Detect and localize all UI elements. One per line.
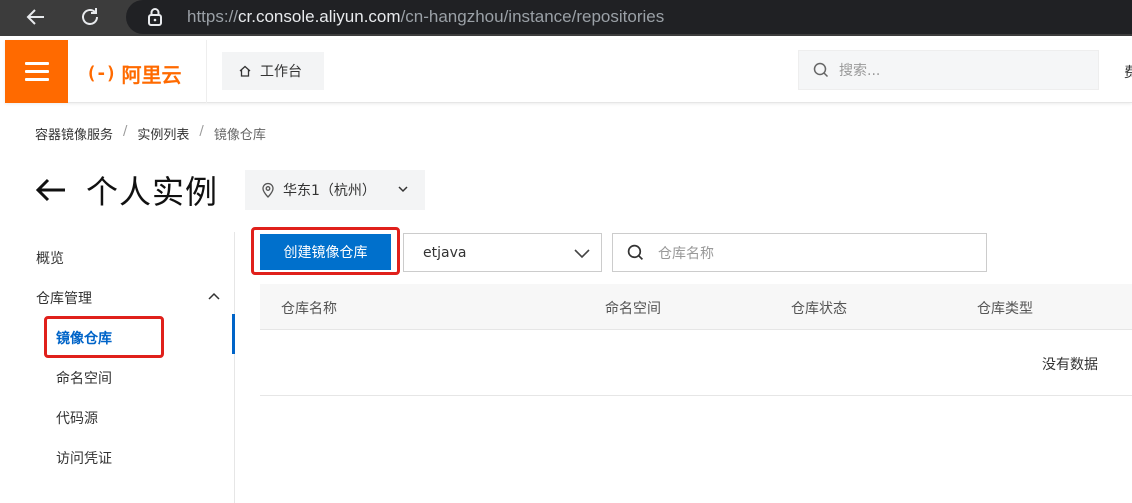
empty-state-text: 没有数据 — [1042, 357, 1098, 373]
table-header: 仓库名称 命名空间 仓库状态 仓库类型 — [260, 284, 1132, 330]
console-header: (-) 阿里云 工作台 搜索... 费 — [5, 40, 1132, 103]
sidebar-group-repo-management[interactable]: 仓库管理 — [36, 288, 92, 308]
chevron-down-icon — [398, 186, 408, 193]
browser-toolbar: https://cr.console.aliyun.com/cn-hangzho… — [0, 0, 1132, 36]
sidebar-item-overview[interactable]: 概览 — [36, 248, 64, 268]
home-icon — [239, 65, 251, 77]
chevron-up-icon[interactable] — [207, 291, 221, 303]
url-text: https://cr.console.aliyun.com/cn-hangzho… — [187, 7, 665, 26]
sidebar-active-indicator — [232, 314, 235, 354]
global-search-input[interactable]: 搜索... — [798, 50, 1099, 90]
search-icon — [627, 244, 644, 261]
namespace-select[interactable]: etjava — [403, 233, 602, 272]
column-header: 仓库状态 — [791, 301, 847, 317]
reload-icon[interactable] — [76, 3, 104, 31]
hamburger-menu-button[interactable] — [5, 40, 68, 103]
workbench-label: 工作台 — [260, 64, 302, 80]
workbench-button[interactable]: 工作台 — [222, 52, 324, 90]
namespace-value: etjava — [423, 244, 467, 261]
breadcrumb: 容器镜像服务 / 实例列表 / 镜像仓库 — [35, 124, 266, 143]
location-pin-icon — [262, 182, 274, 198]
column-header: 命名空间 — [605, 301, 661, 317]
sidebar-item-code-source[interactable]: 代码源 — [56, 408, 98, 428]
logo-text: 阿里云 — [121, 63, 182, 87]
back-arrow-icon[interactable] — [35, 175, 71, 205]
menu-line — [24, 70, 49, 73]
highlight-box — [251, 227, 400, 275]
table-empty-row: 没有数据 — [260, 330, 1132, 396]
repo-search-input[interactable]: 仓库名称 — [612, 233, 987, 272]
breadcrumb-item[interactable]: 实例列表 — [137, 124, 189, 143]
back-icon[interactable] — [22, 3, 50, 31]
region-label: 华东1（杭州） — [283, 183, 376, 199]
page-title: 个人实例 — [86, 173, 219, 211]
header-truncated-link[interactable]: 费 — [1124, 62, 1132, 82]
column-header: 仓库名称 — [281, 301, 337, 317]
menu-line — [24, 62, 49, 65]
breadcrumb-current: 镜像仓库 — [213, 128, 266, 143]
search-icon — [813, 62, 829, 78]
lock-icon — [146, 7, 164, 31]
sidebar-item-namespaces[interactable]: 命名空间 — [56, 368, 112, 388]
breadcrumb-separator: / — [123, 124, 128, 139]
search-placeholder: 搜索... — [839, 63, 881, 79]
region-selector[interactable]: 华东1（杭州） — [245, 170, 425, 210]
logo-mark: (-) — [86, 63, 116, 84]
repo-search-placeholder: 仓库名称 — [658, 245, 714, 262]
menu-line — [24, 78, 49, 81]
sidebar-divider — [234, 232, 235, 503]
address-bar[interactable]: https://cr.console.aliyun.com/cn-hangzho… — [126, 0, 1132, 34]
header-divider — [206, 40, 207, 103]
column-header: 仓库类型 — [977, 301, 1033, 317]
page-header: 个人实例 — [35, 168, 218, 212]
highlight-box — [44, 316, 164, 358]
breadcrumb-separator: / — [199, 124, 204, 139]
aliyun-logo[interactable]: (-) 阿里云 — [86, 59, 182, 88]
sidebar-item-access-credentials[interactable]: 访问凭证 — [56, 448, 112, 468]
breadcrumb-item[interactable]: 容器镜像服务 — [35, 124, 113, 143]
chevron-down-icon — [574, 249, 590, 259]
